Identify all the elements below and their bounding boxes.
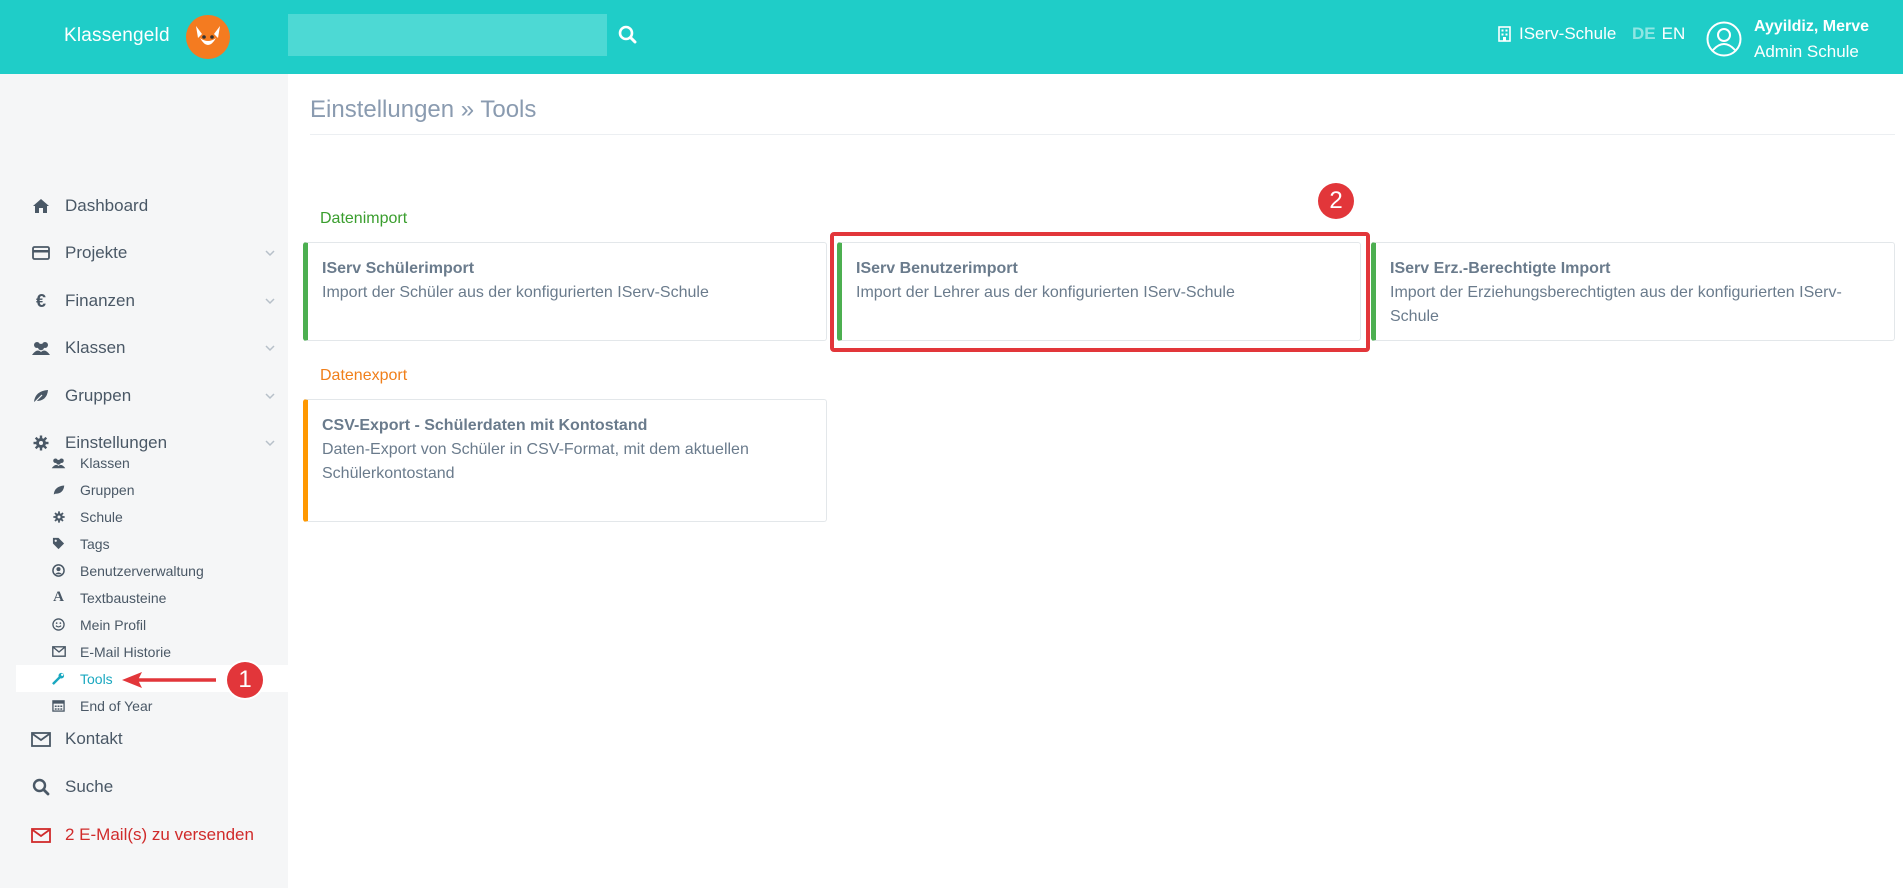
user-role: Admin Schule xyxy=(1754,42,1859,61)
lang-de[interactable]: DE xyxy=(1632,24,1656,44)
font-icon: A xyxy=(53,589,64,605)
sidebar-subitem-email-historie[interactable]: E-Mail Historie xyxy=(16,638,288,665)
section-datenimport: Datenimport xyxy=(320,210,408,227)
envelope-icon xyxy=(51,645,66,659)
annotation-badge-1: 1 xyxy=(227,662,263,698)
sidebar-subitem-mein-profil[interactable]: Mein Profil xyxy=(16,611,288,638)
annotation-badge-2: 2 xyxy=(1318,183,1354,219)
sidebar-subitem-label: E-Mail Historie xyxy=(80,643,172,660)
tag-icon xyxy=(51,537,66,551)
sidebar-item-finanzen[interactable]: € Finanzen xyxy=(0,281,288,321)
card-icon xyxy=(31,244,51,262)
sidebar-item-emails-to-send[interactable]: 2 E-Mail(s) zu versenden xyxy=(0,815,288,855)
gear-icon xyxy=(51,510,66,524)
sidebar-subitem-label: Tags xyxy=(80,535,110,552)
card-title: IServ Erz.-Berechtigte Import xyxy=(1390,260,1611,277)
card-csv-export[interactable]: CSV-Export - Schülerdaten mit Kontostand… xyxy=(303,399,827,522)
sidebar-subitem-tags[interactable]: Tags xyxy=(16,530,288,557)
leaf-icon xyxy=(31,387,51,405)
sidebar-subitem-label: Benutzerverwaltung xyxy=(80,562,204,579)
card-title: IServ Schülerimport xyxy=(322,260,475,277)
breadcrumb-divider xyxy=(310,134,1895,135)
envelope-icon xyxy=(31,730,51,748)
breadcrumb: Einstellungen » Tools xyxy=(310,96,537,123)
smile-icon xyxy=(51,618,66,632)
sidebar-item-label: Klassen xyxy=(65,338,126,357)
sidebar-subitem-label: Mein Profil xyxy=(80,616,147,633)
sidebar-item-label: Projekte xyxy=(65,243,128,262)
users-icon xyxy=(51,456,66,470)
card-title: CSV-Export - Schülerdaten mit Kontostand xyxy=(322,417,648,434)
sidebar-item-kontakt[interactable]: Kontakt xyxy=(0,719,288,759)
euro-icon: € xyxy=(35,290,46,311)
sidebar-subitem-label: Schule xyxy=(80,508,123,525)
sidebar-subitem-label: Textbausteine xyxy=(80,589,167,606)
card-description: Import der Erziehungsberechtigten aus de… xyxy=(1390,284,1842,325)
user-menu[interactable]: Ayyildiz, Merve Admin Schule xyxy=(1706,14,1869,64)
sidebar-item-suche[interactable]: Suche xyxy=(0,767,288,807)
sidebar-item-klassen[interactable]: Klassen xyxy=(0,328,288,368)
card-iserv-schuelerimport[interactable]: IServ Schülerimport Import der Schüler a… xyxy=(303,242,827,341)
sidebar-subitem-label: Gruppen xyxy=(80,481,135,498)
sidebar-subitem-label: Tools xyxy=(80,670,113,687)
card-description: Import der Schüler aus der konfigurierte… xyxy=(322,284,709,301)
search-icon[interactable] xyxy=(617,24,639,46)
sidebar-subitem-gruppen[interactable]: Gruppen xyxy=(16,476,288,503)
sidebar-item-label: Finanzen xyxy=(65,291,135,310)
sidebar-subitem-schule[interactable]: Schule xyxy=(16,503,288,530)
language-switch: DE EN xyxy=(1632,24,1685,44)
sidebar-item-label: Gruppen xyxy=(65,386,132,405)
user-name: Ayyildiz, Merve xyxy=(1754,18,1870,35)
calendar-icon xyxy=(51,699,66,713)
chevron-down-icon xyxy=(265,393,275,400)
school-link[interactable]: IServ-Schule xyxy=(1498,24,1616,44)
search-input[interactable] xyxy=(288,14,607,56)
sidebar-subitem-klassen[interactable]: Klassen xyxy=(16,449,288,476)
chevron-down-icon xyxy=(265,345,275,352)
sidebar-subitem-textbausteine[interactable]: A Textbausteine xyxy=(16,584,288,611)
sidebar-subitem-label: Klassen xyxy=(80,454,130,471)
sidebar-subitem-benutzerverwaltung[interactable]: Benutzerverwaltung xyxy=(16,557,288,584)
chevron-down-icon xyxy=(265,250,275,257)
wrench-icon xyxy=(51,672,66,686)
sidebar-item-label: Suche xyxy=(65,777,114,796)
card-iserv-erz-berechtigte-import[interactable]: IServ Erz.-Berechtigte Import Import der… xyxy=(1371,242,1895,341)
leaf-icon xyxy=(51,483,66,497)
sidebar: Dashboard Projekte € Finanzen Klassen Gr… xyxy=(0,74,288,888)
sidebar-item-label: Dashboard xyxy=(65,196,149,215)
highlight-box xyxy=(830,232,1370,352)
school-name: IServ-Schule xyxy=(1519,24,1617,43)
chevron-down-icon xyxy=(265,298,275,305)
building-icon xyxy=(1498,26,1511,42)
home-icon xyxy=(31,197,51,215)
user-avatar-icon xyxy=(1706,21,1742,57)
chevron-down-icon xyxy=(265,440,275,447)
users-icon xyxy=(31,339,51,357)
logo-text: Klassengeld xyxy=(64,25,170,46)
fox-logo-icon xyxy=(185,15,230,59)
sidebar-subitem-label: End of Year xyxy=(80,697,153,714)
card-description: Daten-Export von Schüler in CSV-Format, … xyxy=(322,441,749,482)
sidebar-item-dashboard[interactable]: Dashboard xyxy=(0,186,288,226)
section-datenexport: Datenexport xyxy=(320,367,408,384)
top-bar: Klassengeld IServ-Schule DE EN Ayyildiz,… xyxy=(0,0,1903,74)
user-circle-icon xyxy=(51,564,66,578)
sidebar-item-gruppen[interactable]: Gruppen xyxy=(0,376,288,416)
sidebar-item-projekte[interactable]: Projekte xyxy=(0,233,288,273)
sidebar-item-label: 2 E-Mail(s) zu versenden xyxy=(65,825,254,844)
search-icon xyxy=(31,778,51,796)
logo[interactable]: Klassengeld xyxy=(64,12,234,60)
sidebar-item-label: Kontakt xyxy=(65,729,123,748)
lang-en[interactable]: EN xyxy=(1662,24,1686,44)
annotation-arrow-icon xyxy=(122,672,216,688)
envelope-icon xyxy=(31,826,51,844)
